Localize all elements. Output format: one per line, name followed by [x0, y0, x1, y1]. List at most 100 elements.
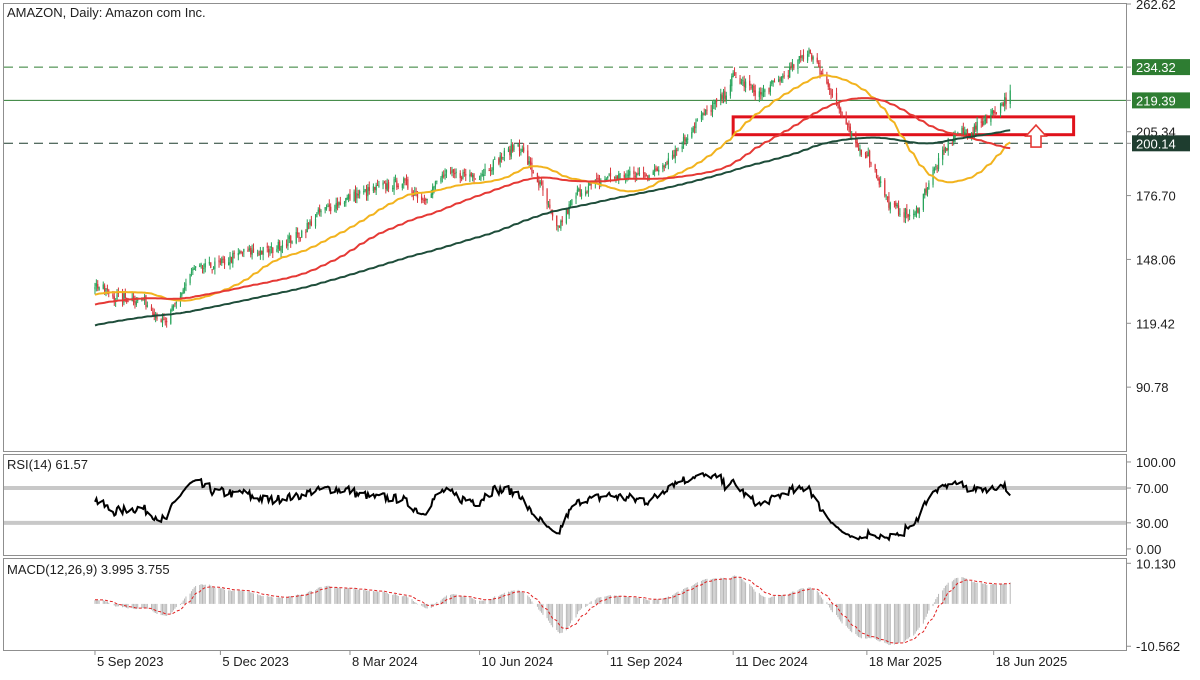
candle-body: [851, 135, 853, 137]
candle-body: [382, 182, 384, 186]
candle-body: [725, 95, 727, 100]
candle-body: [469, 174, 471, 177]
candle-body: [652, 171, 654, 175]
candle-body: [181, 293, 183, 296]
rsi-line: [94, 471, 1011, 542]
candle-body: [578, 188, 580, 191]
candle-body: [295, 232, 297, 243]
candle-body: [365, 189, 368, 196]
candle-body: [769, 84, 771, 92]
candle-body: [452, 169, 454, 173]
candle-body: [489, 169, 492, 171]
candle-body: [982, 121, 984, 126]
candle-body: [685, 138, 687, 142]
candle-body: [285, 243, 288, 247]
candle-body: [152, 311, 154, 316]
candle-body: [740, 81, 743, 84]
candle-body: [509, 149, 511, 156]
candle-body: [258, 253, 260, 255]
candle-body: [124, 292, 126, 299]
candle-body: [243, 248, 245, 252]
candle-body: [123, 293, 125, 303]
candle-body: [305, 231, 307, 233]
candle-body: [368, 187, 370, 191]
candle-body: [421, 196, 423, 200]
candle-body: [441, 174, 443, 178]
candle-body: [287, 239, 289, 246]
time-tick-label: 10 Jun 2024: [482, 654, 554, 669]
candle-body: [317, 209, 319, 213]
candle-body: [102, 284, 104, 289]
candle-body: [339, 202, 341, 205]
candle-body: [405, 179, 408, 181]
candle-body: [290, 235, 292, 243]
candle-body: [702, 113, 704, 116]
candle-body: [886, 196, 889, 198]
candle-body: [411, 188, 413, 193]
candle-body: [947, 140, 949, 151]
candle-body: [682, 137, 685, 146]
candle-body: [345, 198, 347, 203]
candle-body: [750, 87, 752, 89]
candle-body: [474, 178, 477, 180]
candle-body: [720, 93, 722, 101]
candle-body: [706, 109, 708, 111]
candle-body: [636, 173, 638, 176]
candle-body: [392, 187, 394, 189]
candle-body: [713, 102, 715, 104]
candle-body: [299, 237, 301, 239]
candle-body: [499, 155, 501, 163]
candle-body: [484, 168, 486, 174]
candle-body: [856, 141, 858, 148]
candle-body: [800, 55, 802, 59]
candle-body: [944, 147, 947, 153]
candle-body: [512, 144, 514, 152]
candle-body: [696, 120, 698, 122]
candle-body: [924, 189, 926, 195]
candle-body: [172, 305, 175, 308]
candle-body: [174, 303, 176, 305]
candle-body: [434, 181, 437, 187]
candle-body: [806, 54, 809, 61]
candle-body: [961, 127, 963, 136]
candle-body: [327, 206, 329, 208]
candle-body: [288, 236, 290, 240]
candle-body: [744, 81, 747, 88]
candle-body: [645, 175, 647, 177]
candle-body: [189, 273, 191, 284]
candle-body: [343, 202, 346, 204]
candle-body: [241, 251, 244, 254]
candle-body: [449, 171, 452, 173]
candle-body: [465, 174, 467, 176]
price-tick-label: 176.70: [1136, 189, 1176, 204]
candle-body: [638, 172, 641, 175]
candle-body: [211, 269, 213, 271]
candle-body: [385, 183, 387, 190]
candle-body: [1001, 104, 1003, 106]
candle-body: [808, 50, 810, 55]
macd-label: MACD(12,26,9) 3.995 3.755: [7, 562, 170, 577]
candle-body: [478, 179, 481, 181]
candle-body: [597, 178, 599, 180]
candle-body: [538, 180, 540, 186]
time-tick-label: 8 Mar 2024: [352, 654, 418, 669]
candle-body: [175, 302, 177, 304]
candle-body: [743, 81, 745, 88]
candle-body: [407, 179, 409, 189]
candle-body: [328, 204, 330, 207]
candle-body: [782, 76, 784, 78]
candle-body: [820, 73, 822, 75]
candle-body: [569, 203, 572, 206]
candle-body: [991, 110, 993, 114]
candle-body: [316, 213, 318, 218]
candle-body: [228, 262, 230, 266]
candle-body: [946, 148, 948, 151]
candle-body: [462, 172, 464, 179]
candle-body: [914, 211, 916, 216]
candle-body: [422, 198, 424, 200]
candle-body: [237, 253, 239, 256]
candle-body: [229, 255, 231, 264]
candle-body: [547, 203, 550, 205]
price-tick-label: 90.78: [1136, 380, 1169, 395]
candle-body: [589, 183, 591, 186]
